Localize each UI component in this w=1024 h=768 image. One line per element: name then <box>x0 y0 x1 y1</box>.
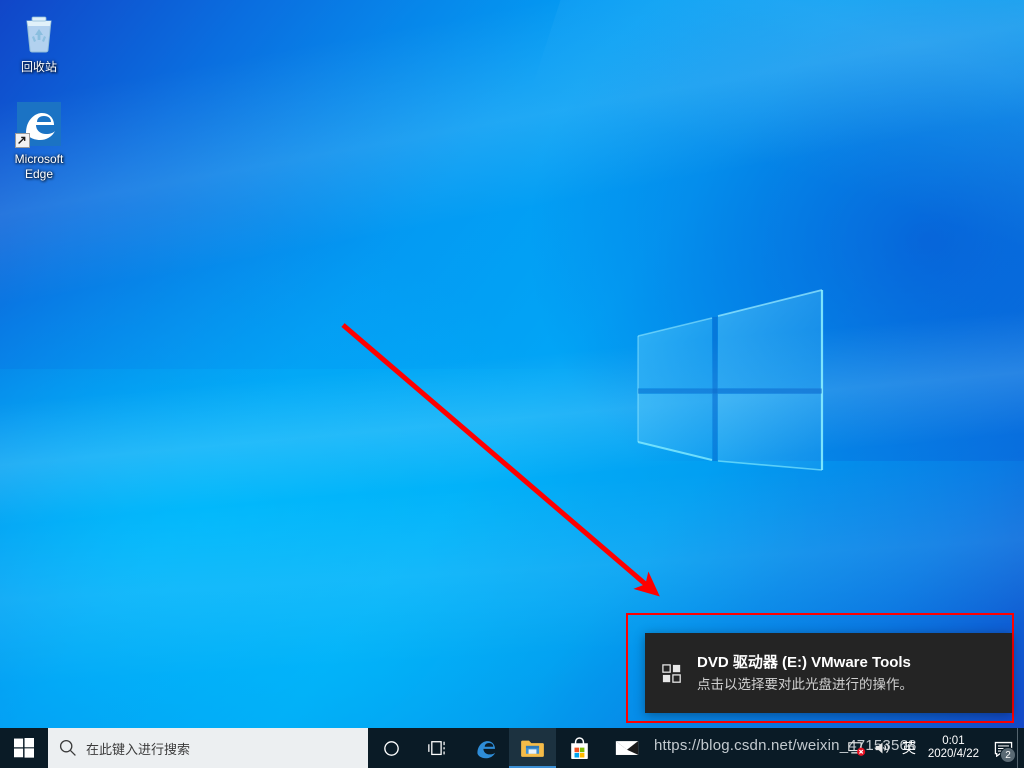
folder-icon <box>520 738 545 759</box>
search-placeholder-text: 在此键入进行搜索 <box>86 739 190 758</box>
start-button[interactable] <box>0 728 48 768</box>
edge-icon <box>474 736 498 760</box>
action-center-button[interactable]: 2 <box>989 728 1017 768</box>
taskbar-button-cortana[interactable] <box>368 728 415 768</box>
shortcut-overlay-icon <box>15 133 30 148</box>
tray-icon-network-disconnected[interactable] <box>844 728 870 768</box>
speaker-icon <box>874 740 891 756</box>
action-center-badge: 2 <box>1000 747 1016 763</box>
recycle-bin-icon <box>15 8 63 56</box>
system-tray: 英 0:01 2020/4/22 2 <box>844 728 1024 768</box>
clock-time: 0:01 <box>942 735 964 748</box>
search-input[interactable]: 在此键入进行搜索 <box>48 728 368 768</box>
desktop-icon-label: 回收站 <box>0 60 78 75</box>
taskbar-button-mail[interactable] <box>603 728 650 768</box>
store-bag-icon <box>569 737 590 760</box>
tray-icon-volume[interactable] <box>870 728 896 768</box>
windows-hero-logo-icon <box>628 280 828 478</box>
desktop-icon-recycle-bin[interactable]: 回收站 <box>0 8 78 75</box>
taskbar: 在此键入进行搜索 <box>0 728 1024 768</box>
show-desktop-button[interactable] <box>1017 728 1024 768</box>
taskbar-app-buttons <box>368 728 650 768</box>
taskbar-button-task-view[interactable] <box>415 728 462 768</box>
taskbar-empty-area: https://blog.csdn.net/weixin_47153568 <box>650 728 844 768</box>
mail-envelope-icon <box>615 739 639 757</box>
windows-start-icon <box>14 738 34 758</box>
notification-toast-body: DVD 驱动器 (E:) VMware Tools 点击以选择要对此光盘进行的操… <box>697 653 998 694</box>
cortana-circle-icon <box>382 739 401 758</box>
task-view-icon <box>428 739 450 758</box>
windows-shell-icon <box>659 661 685 687</box>
taskbar-button-microsoft-store[interactable] <box>556 728 603 768</box>
notification-title: DVD 驱动器 (E:) VMware Tools <box>697 653 998 673</box>
edge-icon <box>15 100 63 148</box>
search-icon <box>58 738 78 758</box>
desktop-icon-microsoft-edge[interactable]: Microsoft Edge <box>0 100 78 182</box>
clock-date: 2020/4/22 <box>928 748 979 761</box>
desktop-screen: 回收站 Microsoft Edge <box>0 0 1024 768</box>
taskbar-button-microsoft-edge[interactable] <box>462 728 509 768</box>
notification-toast[interactable]: DVD 驱动器 (E:) VMware Tools 点击以选择要对此光盘进行的操… <box>645 633 1012 713</box>
network-error-icon <box>848 740 866 757</box>
desktop-icon-label: Microsoft Edge <box>0 152 78 182</box>
notification-subtitle: 点击以选择要对此光盘进行的操作。 <box>697 675 998 694</box>
taskbar-clock[interactable]: 0:01 2020/4/22 <box>922 728 989 768</box>
taskbar-button-file-explorer[interactable] <box>509 728 556 768</box>
